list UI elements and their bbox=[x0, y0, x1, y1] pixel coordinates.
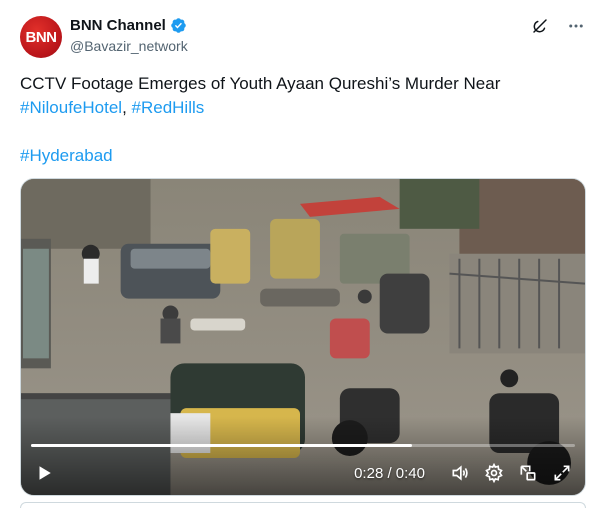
tweet-text-line: CCTV Footage Emerges of Youth Ayaan Qure… bbox=[20, 74, 501, 93]
author-handle[interactable]: @Bavazir_network bbox=[70, 38, 188, 54]
video-controls: 0:28 / 0:40 bbox=[21, 451, 585, 495]
fullscreen-icon[interactable] bbox=[551, 462, 573, 484]
grok-icon[interactable] bbox=[530, 16, 550, 36]
video-progress-bar[interactable] bbox=[31, 444, 575, 447]
settings-gear-icon[interactable] bbox=[483, 462, 505, 484]
author-name-row: BNN Channel bbox=[70, 17, 187, 34]
display-name[interactable]: BNN Channel bbox=[70, 17, 166, 34]
video-player[interactable]: 0:28 / 0:40 bbox=[20, 178, 586, 496]
avatar[interactable]: BNN bbox=[20, 16, 62, 58]
video-progress-fill bbox=[31, 444, 412, 447]
tweet-text: CCTV Footage Emerges of Youth Ayaan Qure… bbox=[20, 72, 586, 168]
avatar-logo-text: BNN bbox=[25, 28, 58, 46]
hashtag-link[interactable]: #Hyderabad bbox=[20, 146, 113, 165]
tweet-hashtag-line: #Hyderabad bbox=[20, 144, 586, 168]
hashtag-link[interactable]: #RedHills bbox=[132, 98, 205, 117]
next-card-edge bbox=[20, 502, 586, 508]
play-icon[interactable] bbox=[33, 462, 55, 484]
more-icon[interactable] bbox=[566, 16, 586, 36]
hashtag-link[interactable]: #NiloufeHotel bbox=[20, 98, 122, 117]
tweet-top-actions bbox=[530, 16, 586, 36]
pip-icon[interactable] bbox=[517, 462, 539, 484]
video-frame bbox=[21, 179, 585, 495]
verified-badge-icon bbox=[171, 18, 186, 33]
hashtag-separator: , bbox=[122, 98, 132, 117]
tweet-hashtag-line: #NiloufeHotel, #RedHills bbox=[20, 96, 586, 120]
video-time: 0:28 / 0:40 bbox=[354, 464, 425, 482]
volume-icon[interactable] bbox=[449, 462, 471, 484]
